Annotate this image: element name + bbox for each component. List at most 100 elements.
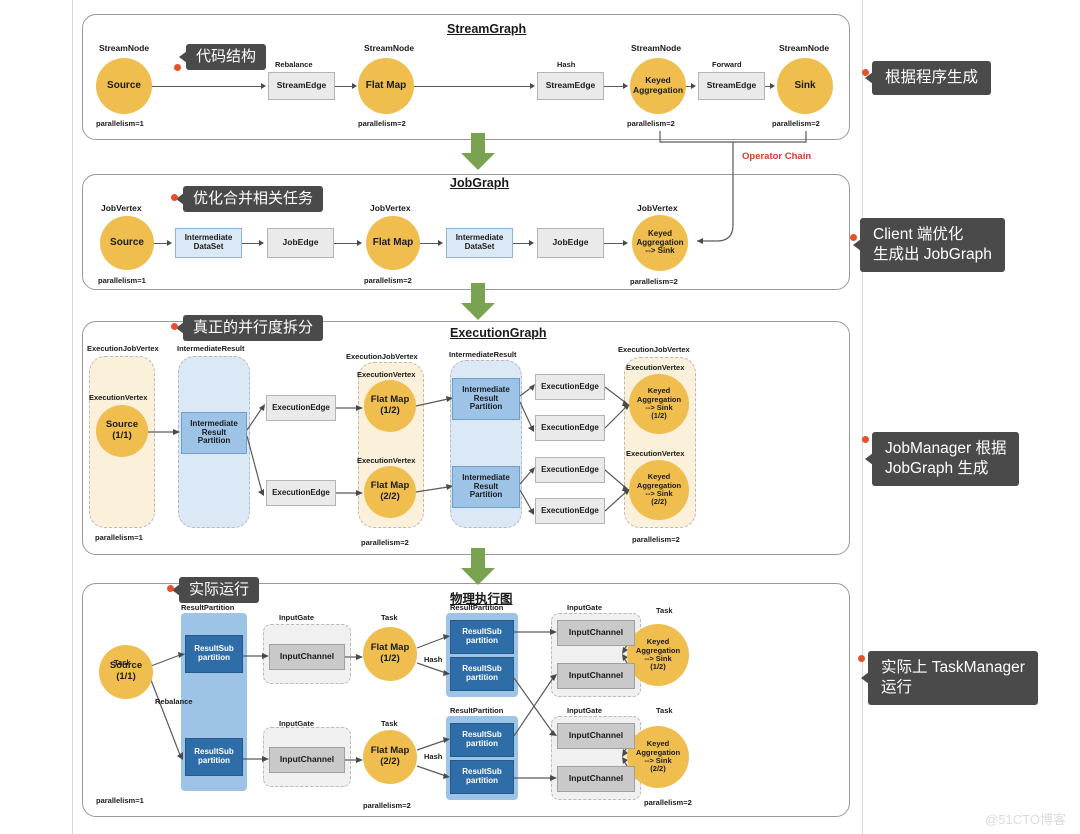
edge-executionedge-2[interactable]: ExecutionEdge — [266, 480, 336, 506]
partition-irp-3[interactable]: Intermediate Result Partition — [452, 466, 520, 508]
caption-inputgate-3: InputGate — [279, 719, 314, 728]
connector-s1-b — [335, 86, 353, 88]
box-intermediate-dataset-1[interactable]: Intermediate DataSet — [175, 228, 242, 258]
execvertex-caption-flatmap-1: ExecutionVertex — [357, 370, 416, 379]
edge-executionedge-3[interactable]: ExecutionEdge — [535, 374, 605, 400]
partition-irp-2[interactable]: Intermediate Result Partition — [452, 378, 520, 420]
node-keyedagg-jobgraph[interactable]: Keyed Aggregation --> Sink — [632, 215, 688, 271]
resultsubpartition-4[interactable]: ResultSub partition — [450, 657, 514, 691]
node-keyedagg-2-physicalgraph[interactable]: Keyed Aggregation --> Sink (2/2) — [627, 726, 689, 788]
callout-dot-optimize-merge — [171, 194, 178, 201]
arrowhead-s1-e — [691, 82, 696, 89]
parallelism-source-streamgraph: parallelism=1 — [96, 119, 144, 128]
node-source-physicalgraph[interactable]: Source (1/1) — [99, 645, 153, 699]
jobvertex-caption-keyedagg: JobVertex — [637, 203, 678, 213]
connector-s2-f — [604, 243, 624, 245]
group-caption-execjobvertex-1: ExecutionJobVertex — [87, 344, 159, 353]
resultsubpartition-6[interactable]: ResultSub partition — [450, 760, 514, 794]
box-jobedge-2[interactable]: JobEdge — [537, 228, 604, 258]
node-flatmap-1-executiongraph[interactable]: Flat Map (1/2) — [364, 380, 416, 432]
box-intermediate-dataset-2[interactable]: Intermediate DataSet — [446, 228, 513, 258]
node-keyedagg-1-physicalgraph[interactable]: Keyed Aggregation --> Sink (1/2) — [627, 624, 689, 686]
resultsubpartition-3[interactable]: ResultSub partition — [450, 620, 514, 654]
arrowhead-s2-f — [623, 239, 628, 246]
parallelism-source-physicalgraph: parallelism=1 — [96, 796, 144, 805]
callout-dot-parallelism-split — [171, 323, 178, 330]
edge-caption-rebalance: Rebalance — [275, 60, 313, 69]
node-flatmap-1-physicalgraph[interactable]: Flat Map (1/2) — [363, 627, 417, 681]
green-arrow-3 — [461, 548, 495, 585]
execvertex-caption-source: ExecutionVertex — [89, 393, 148, 402]
arrowhead-s1-a — [261, 82, 266, 89]
streamnode-caption-sink: StreamNode — [779, 43, 830, 53]
caption-task-flatmap-2: Task — [381, 719, 398, 728]
node-keyedagg-1-executiongraph[interactable]: Keyed Aggregation --> Sink (1/2) — [629, 374, 689, 434]
connector-s2-e — [513, 243, 530, 245]
caption-resultpartition-1: ResultPartition — [181, 603, 235, 612]
parallelism-flatmap-executiongraph: parallelism=2 — [361, 538, 409, 547]
node-sink-streamgraph[interactable]: Sink — [777, 58, 833, 114]
caption-task-keyedagg-2: Task — [656, 706, 673, 715]
node-source-streamgraph[interactable]: Source — [96, 58, 152, 114]
node-source-executiongraph[interactable]: Source (1/1) — [96, 405, 148, 457]
edge-executionedge-4[interactable]: ExecutionEdge — [535, 415, 605, 441]
callout-dot-code-structure — [174, 64, 181, 71]
arrowhead-s1-b — [352, 82, 357, 89]
connector-s2-c — [334, 243, 358, 245]
resultsubpartition-5[interactable]: ResultSub partition — [450, 723, 514, 757]
arrowhead-s1-f — [770, 82, 775, 89]
arrowhead-s1-c — [530, 82, 535, 89]
caption-inputgate-1: InputGate — [279, 613, 314, 622]
edge-executionedge-1[interactable]: ExecutionEdge — [266, 395, 336, 421]
node-keyedagg-streamgraph[interactable]: Keyed Aggregation — [630, 58, 686, 114]
edge-executionedge-5[interactable]: ExecutionEdge — [535, 457, 605, 483]
caption-inputgate-4: InputGate — [567, 706, 602, 715]
inputchannel-2[interactable]: InputChannel — [269, 747, 345, 773]
edge-hash-streamedge[interactable]: StreamEdge — [537, 72, 604, 100]
partition-irp-1[interactable]: Intermediate Result Partition — [181, 412, 247, 454]
streamnode-caption-flatmap: StreamNode — [364, 43, 415, 53]
operator-chain-label: Operator Chain — [742, 151, 812, 162]
box-jobedge-1[interactable]: JobEdge — [267, 228, 334, 258]
caption-task-keyedagg-1: Task — [656, 606, 673, 615]
node-flatmap-jobgraph[interactable]: Flat Map — [366, 216, 420, 270]
caption-task-flatmap-1: Task — [381, 613, 398, 622]
caption-task-source: Task — [114, 658, 131, 667]
inputchannel-5[interactable]: InputChannel — [557, 723, 635, 749]
inputchannel-6[interactable]: InputChannel — [557, 766, 635, 792]
callout-dot-taskmanager-runs — [858, 655, 865, 662]
connector-s2-a — [154, 243, 168, 245]
edge-executionedge-6[interactable]: ExecutionEdge — [535, 498, 605, 524]
node-keyedagg-2-executiongraph[interactable]: Keyed Aggregation --> Sink (2/2) — [629, 460, 689, 520]
parallelism-sink-streamgraph: parallelism=2 — [772, 119, 820, 128]
resultsubpartition-2[interactable]: ResultSub partition — [185, 738, 243, 776]
callout-generated-from-program: 根据程序生成 — [872, 61, 992, 96]
green-arrow-2 — [461, 283, 495, 320]
edge-rebalance-streamedge[interactable]: StreamEdge — [268, 72, 335, 100]
node-flatmap-2-executiongraph[interactable]: Flat Map (2/2) — [364, 466, 416, 518]
callout-client-optimizes: Client 端优化 生成出 JobGraph — [860, 218, 1005, 273]
callout-jobmanager-generates: JobManager 根据 JobGraph 生成 — [872, 432, 1020, 487]
caption-inputgate-2: InputGate — [567, 603, 602, 612]
parallelism-flatmap-streamgraph: parallelism=2 — [358, 119, 406, 128]
resultsubpartition-1[interactable]: ResultSub partition — [185, 635, 243, 673]
node-flatmap-2-physicalgraph[interactable]: Flat Map (2/2) — [363, 730, 417, 784]
group-caption-intermediateresult-2: IntermediateResult — [449, 350, 517, 359]
node-flatmap-streamgraph[interactable]: Flat Map — [358, 58, 414, 114]
inputchannel-3[interactable]: InputChannel — [557, 620, 635, 646]
callout-code-structure: 代码结构 — [186, 44, 267, 70]
connector-s2-d — [420, 243, 439, 245]
jobvertex-caption-source: JobVertex — [101, 203, 142, 213]
callout-dot-generated-from-program — [862, 69, 869, 76]
edge-forward-streamedge[interactable]: StreamEdge — [698, 72, 765, 100]
connector-s1-a — [152, 86, 262, 88]
jobgraph-title: JobGraph — [450, 176, 510, 190]
inputchannel-1[interactable]: InputChannel — [269, 644, 345, 670]
parallelism-source-jobgraph: parallelism=1 — [98, 276, 146, 285]
flink-graph-diagram: StreamGraph 代码结构 StreamNode Rebalance St… — [0, 0, 1080, 834]
frame-rule-left — [72, 0, 73, 834]
callout-dot-jobmanager-generates — [862, 436, 869, 443]
inputchannel-4[interactable]: InputChannel — [557, 663, 635, 689]
node-source-jobgraph[interactable]: Source — [100, 216, 154, 270]
jobvertex-caption-flatmap: JobVertex — [370, 203, 411, 213]
